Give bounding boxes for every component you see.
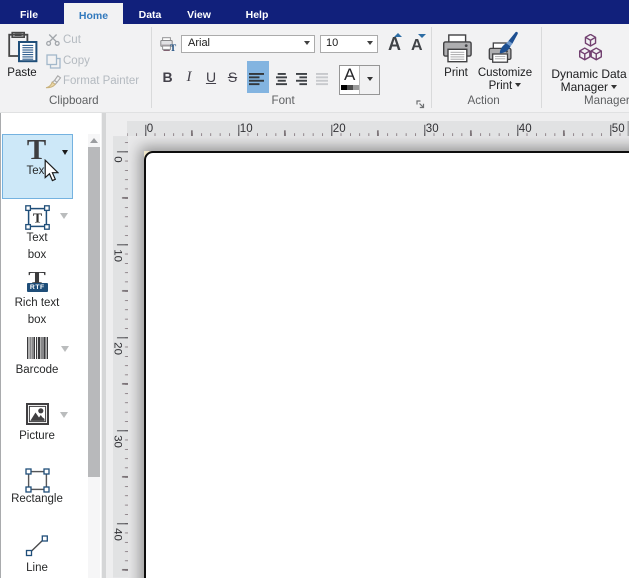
svg-text:10: 10 [113, 250, 124, 263]
svg-text:30: 30 [425, 123, 438, 135]
svg-text:40: 40 [518, 123, 531, 135]
svg-text:20: 20 [332, 123, 345, 135]
svg-text:40: 40 [113, 528, 124, 541]
svg-text:50: 50 [611, 123, 624, 135]
svg-text:10: 10 [239, 123, 252, 135]
svg-text:T: T [33, 211, 43, 226]
svg-text:20: 20 [113, 342, 124, 355]
svg-text:T: T [169, 44, 176, 52]
svg-text:0: 0 [113, 157, 124, 163]
svg-text:0: 0 [146, 123, 152, 135]
svg-text:30: 30 [113, 435, 124, 448]
